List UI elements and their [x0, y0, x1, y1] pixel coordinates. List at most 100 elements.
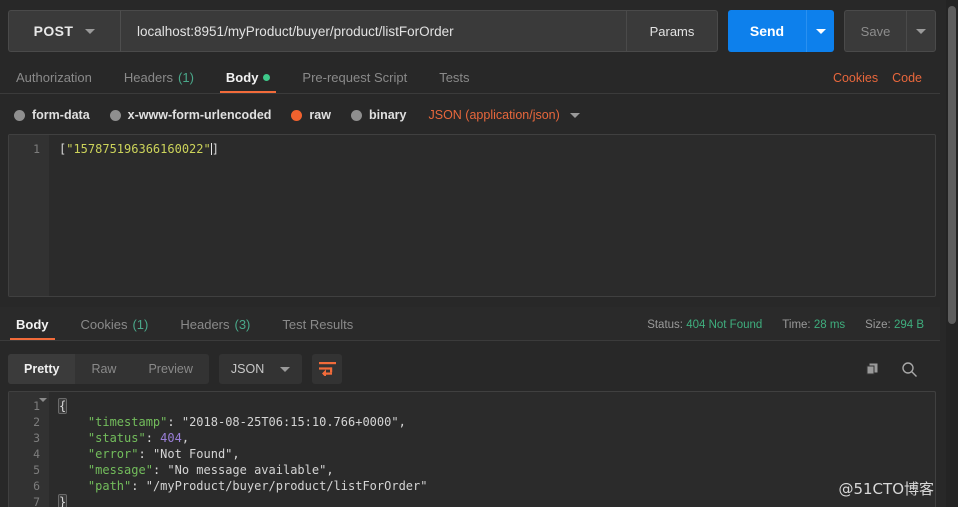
line-number: 2	[33, 415, 40, 429]
save-options-button[interactable]	[906, 10, 936, 52]
json-comma: ,	[326, 463, 334, 477]
http-method-selector[interactable]: POST	[8, 10, 120, 52]
vertical-scrollbar[interactable]	[946, 0, 958, 507]
tab-label: Tests	[439, 70, 470, 85]
http-method-label: POST	[33, 23, 74, 39]
chevron-down-icon	[815, 28, 826, 34]
view-mode-raw[interactable]: Raw	[75, 354, 132, 384]
body-type-x-www-form-urlencoded[interactable]: x-www-form-urlencoded	[109, 108, 271, 122]
radio-icon	[14, 109, 25, 121]
json-separator: :	[152, 463, 168, 477]
response-tab-body[interactable]: Body	[0, 317, 65, 340]
body-present-dot-icon	[263, 74, 271, 81]
code-link[interactable]: Code	[892, 71, 922, 85]
body-type-label: raw	[309, 108, 331, 122]
text-cursor	[66, 400, 68, 412]
fold-toggle-icon[interactable]	[39, 398, 47, 402]
tab-pre-request-script[interactable]: Pre-request Script	[286, 70, 423, 93]
url-input[interactable]: localhost:8951/myProduct/buyer/product/l…	[120, 10, 626, 52]
tab-label: Body	[16, 317, 49, 332]
json-value: "2018-08-25T06:15:10.766+0000"	[181, 415, 399, 429]
response-format-selector[interactable]: JSON	[218, 354, 303, 384]
chevron-down-icon	[569, 112, 580, 118]
time-value: 28 ms	[813, 319, 846, 331]
tab-label: Headers	[123, 70, 174, 85]
body-type-raw[interactable]: raw	[291, 108, 331, 122]
scrollbar-thumb[interactable]	[948, 6, 956, 324]
send-label: Send	[749, 23, 785, 39]
response-tabs: Body Cookies (1) Headers (3) Test Result…	[0, 307, 940, 341]
response-tab-cookies[interactable]: Cookies (1)	[65, 317, 165, 340]
json-value: "Not Found"	[152, 447, 233, 461]
save-label: Save	[860, 23, 891, 39]
code-line: "path": "/myProduct/buyer/product/listFo…	[59, 478, 935, 494]
json-value: "No message available"	[167, 463, 327, 477]
size-value: 294 B	[893, 319, 924, 331]
tab-body[interactable]: Body	[210, 70, 287, 93]
tab-headers[interactable]: Headers (1)	[108, 70, 210, 93]
json-comma: ,	[232, 447, 240, 461]
params-button[interactable]: Params	[626, 10, 718, 52]
response-body-code[interactable]: { "timestamp": "2018-08-25T06:15:10.766+…	[49, 392, 935, 507]
json-value: "/myProduct/buyer/product/listForOrder"	[145, 479, 428, 493]
response-meta: Status: 404 Not Found Time: 28 ms Size: …	[647, 319, 940, 340]
tab-authorization[interactable]: Authorization	[0, 70, 108, 93]
response-tab-test-results[interactable]: Test Results	[266, 317, 369, 340]
body-type-label: form-data	[32, 108, 90, 122]
view-mode-label: Pretty	[24, 362, 60, 376]
request-editor-gutter: 1	[9, 135, 49, 296]
request-tab-links: Cookies Code	[833, 71, 940, 93]
line-number: 1	[33, 142, 40, 156]
line-number: 6	[33, 479, 40, 493]
radio-icon	[109, 109, 121, 121]
body-format-selector[interactable]: JSON (application/json)	[428, 108, 580, 122]
line-number: 3	[33, 431, 40, 445]
line-number: 7	[33, 495, 40, 507]
tab-count: (3)	[234, 317, 251, 332]
radio-selected-icon	[291, 109, 303, 121]
time-meta: Time: 28 ms	[782, 319, 845, 331]
json-separator: :	[145, 431, 161, 445]
tab-tests[interactable]: Tests	[423, 70, 485, 93]
copy-button[interactable]	[865, 361, 881, 377]
send-options-button[interactable]	[806, 10, 834, 52]
cookies-link[interactable]: Cookies	[833, 71, 878, 85]
code-line: "message": "No message available",	[59, 462, 935, 478]
json-key: "message"	[87, 463, 153, 477]
view-mode-label: Preview	[148, 362, 193, 376]
body-type-binary[interactable]: binary	[350, 108, 406, 122]
status-badge: 404 Not Found	[686, 319, 763, 331]
request-url-bar: POST localhost:8951/myProduct/buyer/prod…	[8, 10, 936, 52]
send-button[interactable]: Send	[728, 10, 806, 52]
tab-count: (1)	[178, 70, 194, 85]
code-line: }	[57, 494, 935, 507]
request-body-editor[interactable]: 1 ["157875196366160022"]	[8, 134, 936, 297]
json-brace-open: {	[57, 398, 68, 414]
chevron-down-icon	[916, 28, 926, 34]
save-button[interactable]: Save	[844, 10, 906, 52]
tab-count: (1)	[132, 317, 149, 332]
view-mode-pretty[interactable]: Pretty	[8, 354, 76, 384]
tab-label: Headers	[180, 317, 230, 332]
json-comma: ,	[398, 415, 406, 429]
response-body-editor[interactable]: 1 2 3 4 5 6 7 { "timestamp": "2018-08-25…	[8, 391, 936, 507]
radio-icon	[350, 109, 362, 121]
json-separator: :	[131, 479, 146, 493]
url-input-value: localhost:8951/myProduct/buyer/product/l…	[137, 23, 454, 39]
line-number: 5	[33, 463, 40, 477]
request-body-code[interactable]: ["157875196366160022"]	[49, 135, 935, 296]
body-type-form-data[interactable]: form-data	[14, 108, 90, 122]
search-button[interactable]	[901, 361, 918, 378]
word-wrap-icon	[318, 362, 336, 376]
json-key: "path"	[87, 479, 132, 493]
save-button-group: Save	[844, 10, 936, 52]
word-wrap-button[interactable]	[312, 354, 343, 384]
time-key: Time:	[782, 319, 811, 331]
code-line: "error": "Not Found",	[59, 446, 935, 462]
response-tools	[865, 361, 936, 378]
chevron-down-icon	[280, 366, 291, 372]
json-key: "error"	[87, 447, 139, 461]
json-separator: :	[138, 447, 153, 461]
response-tab-headers[interactable]: Headers (3)	[164, 317, 266, 340]
view-mode-preview[interactable]: Preview	[132, 354, 208, 384]
